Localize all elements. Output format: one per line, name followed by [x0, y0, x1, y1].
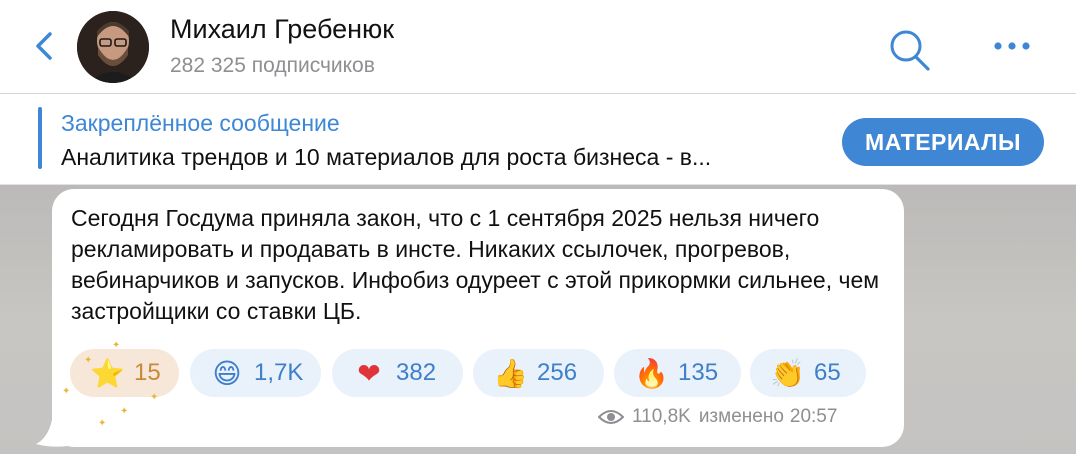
channel-name[interactable]: Михаил Гребенюк [170, 14, 394, 45]
fire-icon: 🔥 [634, 356, 669, 390]
eye-icon [598, 410, 624, 424]
reaction-thumbs-up[interactable]: 👍 256 [473, 349, 604, 397]
reaction-fire[interactable]: 🔥 135 [614, 349, 741, 397]
sparkle-icon: ✦ [84, 355, 93, 366]
edited-label: изменено [698, 406, 784, 427]
pinned-message-bar[interactable]: Закреплённое сообщение Аналитика трендов… [0, 94, 1076, 185]
reaction-clap[interactable]: 👏 65 [750, 349, 866, 397]
reaction-count: 382 [396, 359, 437, 386]
chat-header: Михаил Гребенюк 282 325 подписчиков [0, 0, 1076, 94]
reaction-heart[interactable]: ❤ 382 [332, 349, 463, 397]
sparkle-icon: ✦ [112, 340, 121, 351]
sparkle-icon: ✦ [150, 392, 159, 403]
view-count: 110,8K [632, 406, 691, 427]
more-button[interactable] [990, 36, 1034, 56]
pinned-text: Аналитика трендов и 10 материалов для ро… [61, 144, 712, 170]
star-icon: ⭐ [90, 356, 125, 390]
reaction-count: 256 [537, 359, 578, 386]
thumbs-up-icon: 👍 [493, 356, 528, 390]
pinned-indicator [38, 107, 42, 169]
message-text: Сегодня Госдума приняла закон, что с 1 с… [71, 205, 880, 324]
reaction-count: 135 [678, 359, 719, 386]
reaction-count: 15 [134, 359, 161, 386]
subscriber-count: 282 325 подписчиков [170, 54, 375, 77]
more-dots-icon [994, 42, 1030, 50]
sparkle-icon: ✦ [98, 418, 107, 429]
pinned-label: Закреплённое сообщение [61, 110, 340, 136]
grin-icon: 😄 [212, 356, 242, 390]
materials-button[interactable]: МАТЕРИАЛЫ [842, 118, 1044, 166]
avatar-image [77, 11, 149, 83]
sparkle-icon: ✦ [120, 406, 129, 417]
search-icon [890, 30, 930, 71]
sparkle-icon: ✦ [62, 386, 71, 397]
message-meta: 110,8K изменено 20:57 [598, 406, 837, 428]
search-button[interactable] [885, 26, 933, 74]
back-button[interactable] [30, 28, 60, 64]
reaction-grin[interactable]: 😄 1,7K [190, 349, 321, 397]
heart-icon: ❤ [357, 356, 381, 390]
chevron-left-icon [36, 32, 52, 60]
clap-icon: 👏 [770, 356, 805, 390]
reaction-count: 65 [814, 359, 841, 386]
reaction-count: 1,7K [254, 359, 304, 386]
message-time: 20:57 [789, 406, 838, 427]
avatar[interactable] [77, 11, 149, 83]
